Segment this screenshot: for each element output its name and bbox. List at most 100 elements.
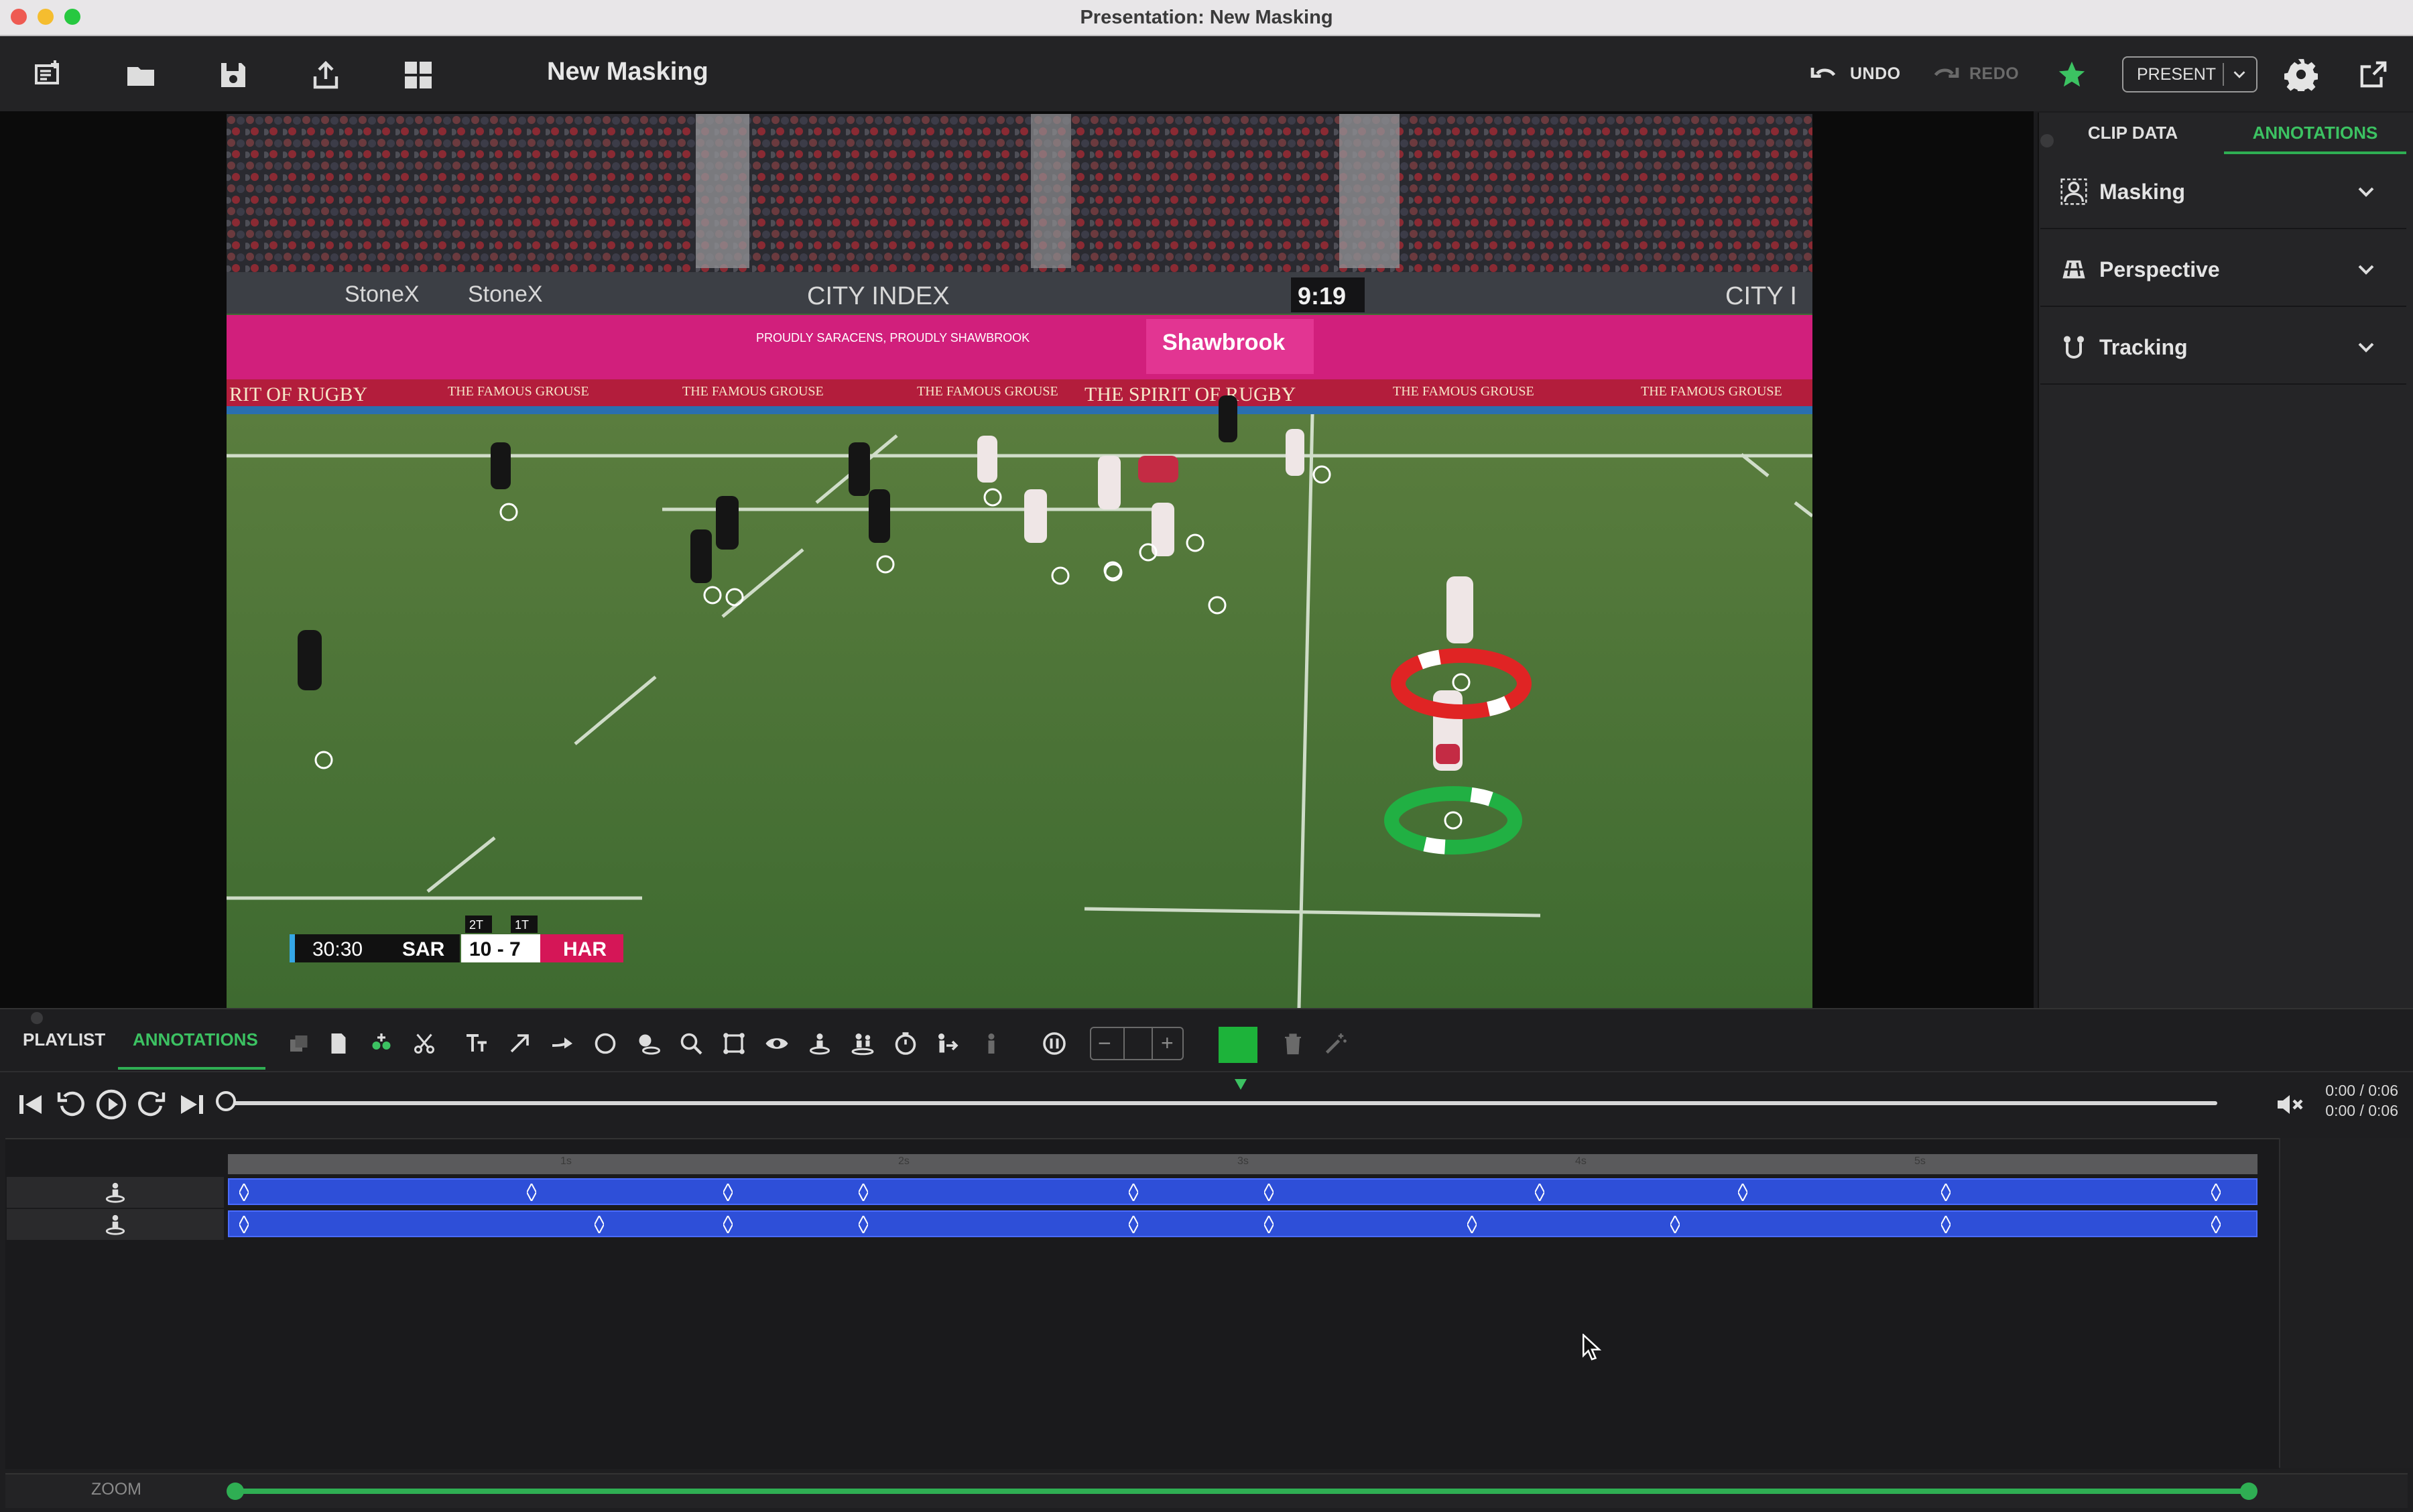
keyframe-marker[interactable] [1534, 1182, 1546, 1203]
keyframe-marker[interactable] [1263, 1214, 1275, 1235]
tab-annotations[interactable]: ANNOTATIONS [2224, 113, 2406, 153]
keyframe-marker[interactable] [857, 1182, 869, 1203]
spotlight-icon[interactable] [631, 1025, 665, 1062]
keyframe-marker[interactable] [2211, 1214, 2222, 1235]
keyframe-marker[interactable] [722, 1182, 733, 1203]
timer-icon[interactable] [889, 1025, 922, 1062]
polygon-icon[interactable] [717, 1025, 751, 1062]
section-tracking-label: Tracking [2099, 334, 2188, 359]
playback-bar [0, 1071, 2413, 1139]
keyframe-marker[interactable] [593, 1214, 605, 1235]
timeline-knob[interactable] [216, 1091, 236, 1111]
add-group-icon[interactable] [365, 1025, 398, 1062]
tab-bottom-annotations[interactable]: ANNOTATIONS [133, 1029, 258, 1050]
redo-button[interactable]: REDO [1969, 64, 2019, 84]
playhead-marker[interactable] [1235, 1079, 1247, 1090]
folder-icon[interactable] [121, 55, 161, 95]
play-icon[interactable] [95, 1088, 127, 1121]
circle-icon[interactable] [589, 1025, 622, 1062]
zoom-start-knob[interactable] [227, 1483, 244, 1500]
stepper[interactable]: − + [1090, 1027, 1184, 1060]
board-stonex-1: StoneX [345, 281, 420, 307]
player-icon[interactable] [975, 1025, 1008, 1062]
pause-icon[interactable] [1038, 1025, 1071, 1062]
movement-icon[interactable] [932, 1025, 965, 1062]
board-shawbrook: Shawbrook [1162, 330, 1285, 355]
keyframe-marker[interactable] [1669, 1214, 1681, 1235]
magic-wand-icon[interactable] [1319, 1025, 1353, 1062]
keyframe-marker[interactable] [1128, 1214, 1139, 1235]
keyframe-marker[interactable] [722, 1214, 733, 1235]
track-header[interactable] [7, 1209, 224, 1241]
current-time: 0:00 / 0:06 [2325, 1082, 2398, 1099]
board-famous-grouse-2: THE FAMOUS GROUSE [682, 384, 824, 399]
keyframe-marker[interactable] [1128, 1182, 1139, 1203]
tab-clip-data[interactable]: CLIP DATA [2060, 113, 2205, 153]
stepper-minus[interactable]: − [1098, 1031, 1111, 1057]
player-marker-icon[interactable] [803, 1025, 837, 1062]
layout-icon[interactable] [398, 55, 438, 95]
section-tracking[interactable]: Tracking [2040, 311, 2406, 385]
keyframe-marker[interactable] [1940, 1182, 1951, 1203]
rewind-icon[interactable] [55, 1088, 87, 1121]
copy-icon[interactable] [282, 1025, 315, 1062]
panel-collapse-handle[interactable] [2040, 134, 2054, 147]
section-perspective-label: Perspective [2099, 257, 2220, 281]
zoom-slider[interactable] [235, 1489, 2249, 1494]
gear-icon[interactable] [2283, 58, 2319, 94]
mouse-cursor [1582, 1332, 1602, 1361]
bottom-collapse-handle[interactable] [31, 1012, 43, 1024]
fast-forward-icon[interactable] [135, 1088, 168, 1121]
redo-icon[interactable] [1930, 62, 1960, 86]
external-window-icon[interactable] [2358, 59, 2389, 90]
share-icon[interactable] [306, 55, 346, 95]
timeline-scrubber[interactable] [227, 1101, 2217, 1105]
board-famous-grouse-3: THE FAMOUS GROUSE [917, 384, 1058, 399]
tab-playlist[interactable]: PLAYLIST [23, 1029, 105, 1050]
time-ruler[interactable]: 1s 2s 3s 4s 5s [228, 1154, 2257, 1174]
arrow-icon[interactable] [503, 1025, 536, 1062]
stepper-divider [1152, 1028, 1153, 1059]
new-presentation-icon[interactable] [28, 55, 68, 95]
video-frame[interactable]: StoneX StoneX CITY INDEX CITY I 9:19 Sha… [227, 114, 1812, 1008]
section-perspective[interactable]: Perspective [2040, 233, 2406, 307]
keyframe-marker[interactable] [239, 1214, 250, 1235]
board-proudly: PROUDLY SARACENS, PROUDLY SHAWBROOK [756, 331, 1030, 344]
stepper-plus[interactable]: + [1161, 1031, 1174, 1056]
trash-icon[interactable] [1276, 1025, 1310, 1062]
eye-icon[interactable] [760, 1025, 794, 1062]
board-stonex-2: StoneX [468, 281, 543, 307]
zoom-end-knob[interactable] [2240, 1483, 2257, 1500]
keyframe-marker[interactable] [526, 1182, 538, 1203]
star-icon[interactable] [2056, 59, 2087, 90]
undo-button[interactable]: UNDO [1850, 64, 1901, 84]
section-masking[interactable]: Masking [2040, 155, 2406, 229]
skip-start-icon[interactable] [15, 1088, 47, 1121]
keyframe-marker[interactable] [857, 1214, 869, 1235]
text-icon[interactable] [460, 1025, 493, 1062]
present-dropdown[interactable]: PRESENT [2122, 56, 2257, 92]
keyframe-marker[interactable] [1940, 1214, 1951, 1235]
player-link-icon[interactable] [846, 1025, 879, 1062]
ruler-label: 2s [898, 1155, 910, 1167]
keyframe-marker[interactable] [239, 1182, 250, 1203]
keyframe-marker[interactable] [1466, 1214, 1478, 1235]
save-icon[interactable] [213, 55, 253, 95]
magnifier-icon[interactable] [674, 1025, 708, 1062]
track-bar-1[interactable] [228, 1178, 2257, 1205]
undo-icon[interactable] [1810, 62, 1839, 86]
tracking-icon [2064, 336, 2084, 359]
keyframe-marker[interactable] [1263, 1182, 1275, 1203]
skip-end-icon[interactable] [176, 1088, 208, 1121]
keyframe-marker[interactable] [2211, 1182, 2222, 1203]
keyframe-marker[interactable] [1737, 1182, 1748, 1203]
track-header[interactable] [7, 1177, 224, 1209]
board-city-index: CITY INDEX [807, 282, 950, 310]
track-bar-2[interactable] [228, 1210, 2257, 1237]
curved-arrow-icon[interactable] [546, 1025, 579, 1062]
track-side-panel [2279, 1138, 2413, 1468]
scissors-icon[interactable] [408, 1025, 441, 1062]
color-swatch[interactable] [1219, 1027, 1257, 1063]
bottom-active-tab-indicator [118, 1067, 265, 1070]
document-icon[interactable] [322, 1025, 355, 1062]
